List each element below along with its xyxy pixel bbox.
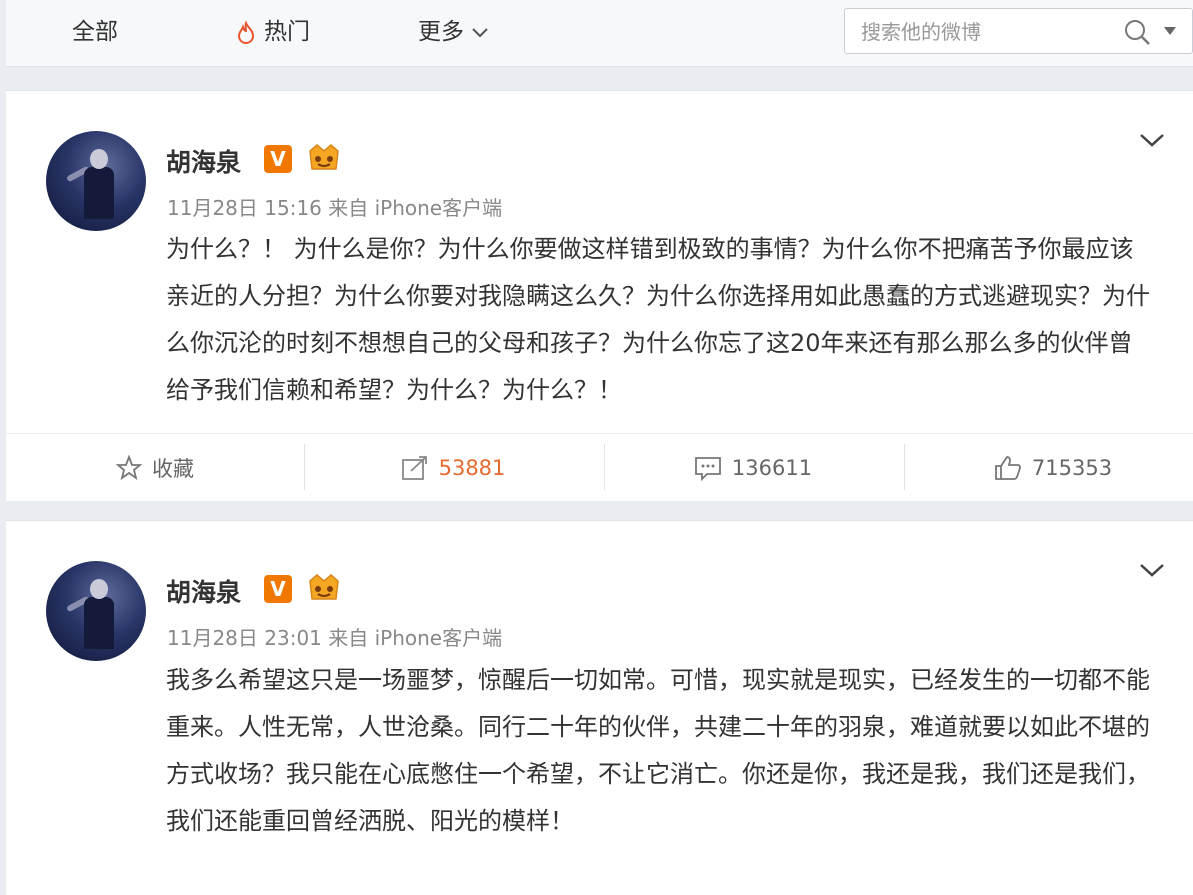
post-text: 为什么？！ 为什么是你？为什么你要做这样错到极致的事情？为什么你不把痛苦予你最应… — [166, 235, 1150, 404]
verified-badge: V — [264, 145, 292, 173]
like-count: 715353 — [1031, 456, 1113, 480]
like-button[interactable]: 715353 — [904, 434, 1193, 502]
comment-icon — [695, 457, 721, 481]
star-icon — [116, 455, 142, 481]
repost-button[interactable]: 53881 — [304, 434, 602, 502]
member-crown-icon — [309, 144, 339, 170]
nav-tab-more-label: 更多 — [418, 19, 464, 45]
top-nav-bar: 全部 热门 更多 — [6, 0, 1193, 67]
avatar[interactable] — [46, 561, 146, 661]
weibo-post: 胡海泉 V 11月28日 23:01 来自 iPhone客户端 我多么希望这只是… — [6, 520, 1193, 895]
author-name[interactable]: 胡海泉 — [166, 143, 241, 179]
author-name[interactable]: 胡海泉 — [166, 573, 241, 609]
thumbs-up-icon — [995, 456, 1021, 480]
search-input[interactable] — [859, 16, 1103, 48]
nav-tab-all[interactable]: 全部 — [72, 17, 118, 47]
post-menu-chevron-icon[interactable] — [1138, 131, 1166, 149]
member-crown-icon — [309, 574, 339, 600]
nav-tab-more[interactable]: 更多 — [418, 17, 490, 47]
flame-icon — [237, 20, 255, 44]
search-dropdown-icon[interactable] — [1163, 26, 1177, 36]
nav-tab-hot-label: 热门 — [264, 19, 310, 45]
post-menu-chevron-icon[interactable] — [1138, 561, 1166, 579]
repost-count: 53881 — [438, 456, 506, 480]
repost-icon — [401, 456, 427, 480]
post-text: 我多么希望这只是一场噩梦，惊醒后一切如常。可惜，现实就是现实，已经发生的一切都不… — [166, 666, 1150, 835]
nav-tab-hot[interactable]: 热门 — [236, 17, 310, 47]
search-icon[interactable] — [1123, 18, 1151, 46]
search-box — [844, 8, 1193, 54]
post-meta: 11月28日 23:01 来自 iPhone客户端 — [167, 626, 503, 650]
comment-button[interactable]: 136611 — [604, 434, 902, 502]
comment-count: 136611 — [731, 456, 813, 480]
verified-badge: V — [264, 575, 292, 603]
avatar[interactable] — [46, 131, 146, 231]
post-action-bar: 收藏 53881 136611 715353 — [6, 433, 1193, 502]
weibo-post: 胡海泉 V 11月28日 15:16 来自 iPhone客户端 为什么？！ 为什… — [6, 90, 1193, 501]
favorite-label: 收藏 — [152, 457, 194, 481]
post-meta: 11月28日 15:16 来自 iPhone客户端 — [167, 196, 503, 220]
favorite-button[interactable]: 收藏 — [6, 434, 304, 502]
chevron-down-icon — [472, 27, 488, 37]
